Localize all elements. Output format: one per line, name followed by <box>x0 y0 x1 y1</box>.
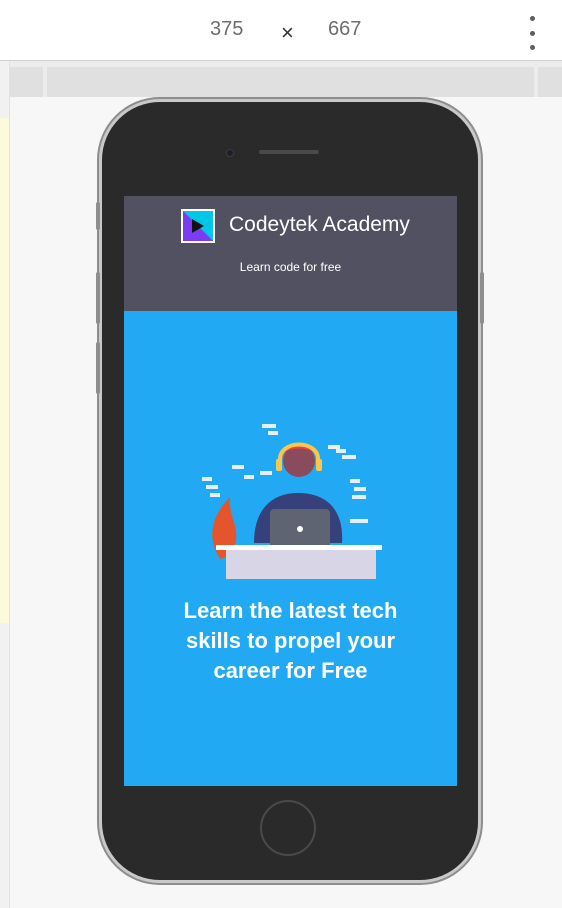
hero-headline: Learn the latest tech skills to propel y… <box>144 596 437 686</box>
power-button <box>480 272 484 324</box>
mute-switch <box>96 202 100 230</box>
side-ruler-highlight <box>0 118 9 623</box>
devtools-viewport: 375 × 667 Codeytek Academy Learn code fo… <box>0 0 562 908</box>
codeytek-logo-icon[interactable] <box>181 209 215 243</box>
headline-line: career for Free <box>213 658 368 683</box>
more-options-icon[interactable] <box>522 16 542 50</box>
device-frame: Codeytek Academy Learn code for free Lea… <box>96 102 484 880</box>
times-icon: × <box>281 20 294 45</box>
media-query-segment[interactable] <box>538 67 562 97</box>
headline-line: Learn the latest tech <box>183 598 398 623</box>
device-toolbar: 375 × 667 <box>0 0 562 61</box>
media-query-segment[interactable] <box>9 67 43 97</box>
earpiece-speaker <box>259 150 319 154</box>
media-query-bar[interactable] <box>0 61 562 97</box>
volume-up-button <box>96 272 100 324</box>
hero-section: Learn the latest tech skills to propel y… <box>124 311 457 786</box>
headline-line: skills to propel your <box>185 628 396 653</box>
developer-illustration-icon <box>202 424 382 579</box>
front-camera <box>226 149 234 157</box>
viewport-height-field[interactable]: 667 <box>328 18 361 41</box>
app-header: Codeytek Academy Learn code for free <box>124 196 457 311</box>
home-button[interactable] <box>260 800 316 856</box>
app-title[interactable]: Codeytek Academy <box>229 213 410 237</box>
viewport-width-field[interactable]: 375 <box>210 18 243 41</box>
volume-down-button <box>96 342 100 394</box>
media-query-segment[interactable] <box>47 67 534 97</box>
app-subtitle: Learn code for free <box>239 260 342 274</box>
phone-screen[interactable]: Codeytek Academy Learn code for free Lea… <box>124 196 457 786</box>
